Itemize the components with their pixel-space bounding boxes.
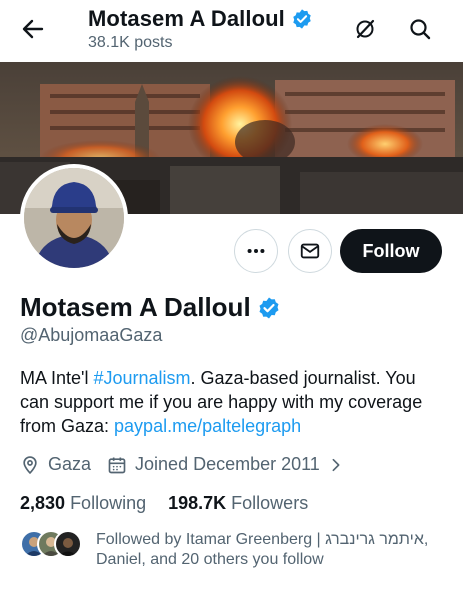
grok-icon [356,19,375,39]
top-bar: Motasem A Dalloul 38.1K posts [0,0,463,60]
envelope-icon [300,243,320,259]
bio-text: MA Inte'l [20,368,94,388]
header-name: Motasem A Dalloul [88,6,285,31]
followed-by-row[interactable]: Followed by Itamar Greenberg | איתמר גרי… [20,530,456,570]
hashtag-link[interactable]: #Journalism [93,368,190,388]
avatar-image [24,168,124,268]
following-label: Following [70,493,147,513]
bio-url-link[interactable]: paypal.me/paltelegraph [114,416,301,436]
following-count: 2,830 [20,493,66,513]
more-button[interactable] [234,229,278,273]
post-count: 38.1K posts [88,34,173,51]
followers-label: Followers [231,493,309,513]
joined-item[interactable]: Joined December 2011 [107,454,344,475]
profile-avatar[interactable] [20,164,128,272]
verified-badge-icon[interactable] [257,296,281,320]
location-item: Gaza [20,454,91,475]
profile-meta: Gaza Joined December 2011 [20,454,360,475]
more-dots-icon [247,248,265,254]
back-arrow-icon [22,19,44,39]
follow-stats: 2,830 Following 198.7K Followers [20,493,330,514]
back-button[interactable] [18,14,48,44]
follow-button[interactable]: Follow [340,229,442,273]
header-title: Motasem A Dalloul [88,6,313,32]
profile-bio: MA Inte'l #Journalism. Gaza-based journa… [20,366,448,438]
avatar [54,530,82,558]
message-button[interactable] [288,229,332,273]
search-button[interactable] [405,14,435,44]
joined-text: Joined December 2011 [135,454,320,474]
verified-badge-icon [293,9,311,29]
following-stat[interactable]: 2,830 Following [20,493,146,514]
grok-button[interactable] [350,14,380,44]
chevron-right-icon [332,458,340,471]
profile-name: Motasem A Dalloul [20,292,251,322]
location-pin-icon [23,455,37,474]
search-icon [410,19,431,40]
profile-name-row: Motasem A Dalloul [20,292,281,323]
follower-avatars [20,530,82,560]
profile-handle: @AbujomaaGaza [20,325,163,345]
location-text: Gaza [48,454,92,474]
calendar-icon [108,457,126,473]
followers-count: 198.7K [168,493,227,513]
followers-stat[interactable]: 198.7K Followers [168,493,308,514]
followed-by-text: Followed by Itamar Greenberg | איתמר גרי… [96,531,429,568]
